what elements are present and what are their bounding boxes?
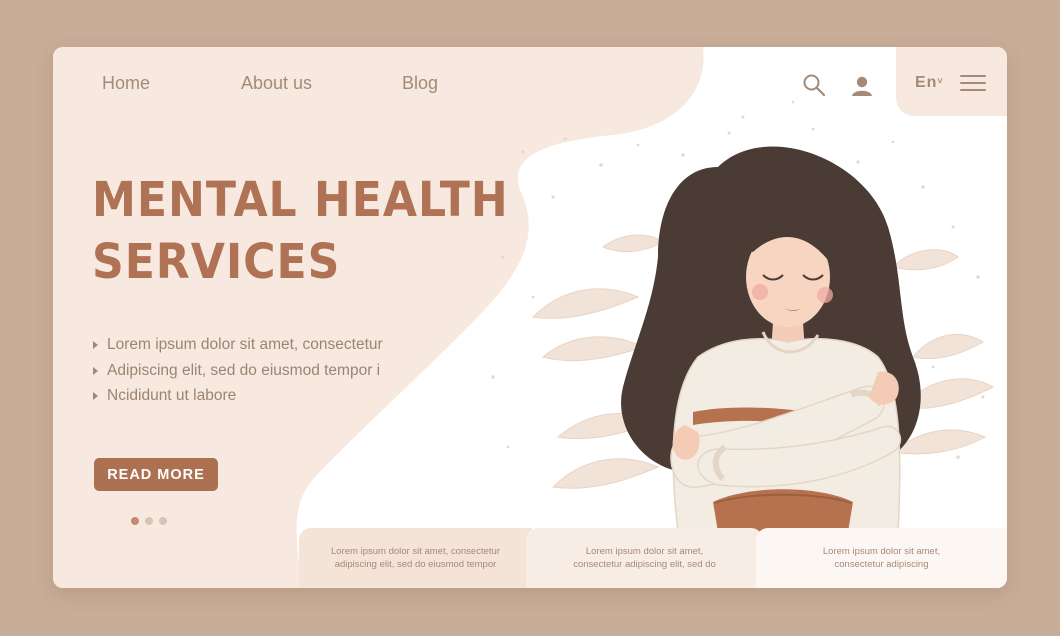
page-title: MENTAL HEALTH SERVICES xyxy=(92,169,509,293)
nav-home-link[interactable]: Home xyxy=(102,73,150,94)
feature-list: Lorem ipsum dolor sit amet, consectetur … xyxy=(93,335,383,412)
landing-page-card: Home About us Blog En˅ MENTAL HEALTH SER… xyxy=(53,47,1007,588)
info-panel-line: consectetur adipiscing elit, sed do xyxy=(573,559,716,570)
feature-list-item: Adipiscing elit, sed do eiusmod tempor i xyxy=(93,361,383,387)
read-more-button[interactable]: READ MORE xyxy=(94,458,218,491)
info-panel-3: Lorem ipsum dolor sit amet, consectetur … xyxy=(756,528,1007,588)
feature-list-item: Lorem ipsum dolor sit amet, consectetur xyxy=(93,335,383,361)
chevron-down-icon: ˅ xyxy=(937,76,944,86)
user-icon[interactable] xyxy=(850,74,874,98)
language-selector[interactable]: En˅ xyxy=(915,74,944,92)
info-panel-line: adipiscing elit, sed do eiusmod tempor xyxy=(334,559,497,570)
info-panel-line: Lorem ipsum dolor sit amet, xyxy=(585,545,704,557)
nav-about-link[interactable]: About us xyxy=(241,73,312,94)
search-icon[interactable] xyxy=(802,73,826,97)
header-right-pane xyxy=(896,47,1007,116)
title-line-2: SERVICES xyxy=(92,234,341,290)
info-panel-line: Lorem ipsum dolor sit amet, xyxy=(822,545,941,557)
nav-blog-link[interactable]: Blog xyxy=(402,73,438,94)
info-panel-1: Lorem ipsum dolor sit amet, consectetur … xyxy=(299,528,532,588)
slider-dots xyxy=(131,512,173,530)
feature-list-item: Ncididunt ut labore xyxy=(93,386,383,412)
info-panel-line: Lorem ipsum dolor sit amet, consectetur xyxy=(331,545,500,557)
info-panel-line: consectetur adipiscing xyxy=(834,559,929,570)
slider-dot-1[interactable] xyxy=(131,517,139,525)
slider-dot-2[interactable] xyxy=(145,517,153,525)
language-label: En xyxy=(915,74,938,91)
title-line-1: MENTAL HEALTH xyxy=(92,172,509,228)
woman-hugging-illustration xyxy=(531,146,995,532)
slider-dot-3[interactable] xyxy=(159,517,167,525)
menu-icon[interactable] xyxy=(960,75,986,95)
info-panel-2: Lorem ipsum dolor sit amet, consectetur … xyxy=(526,528,763,588)
